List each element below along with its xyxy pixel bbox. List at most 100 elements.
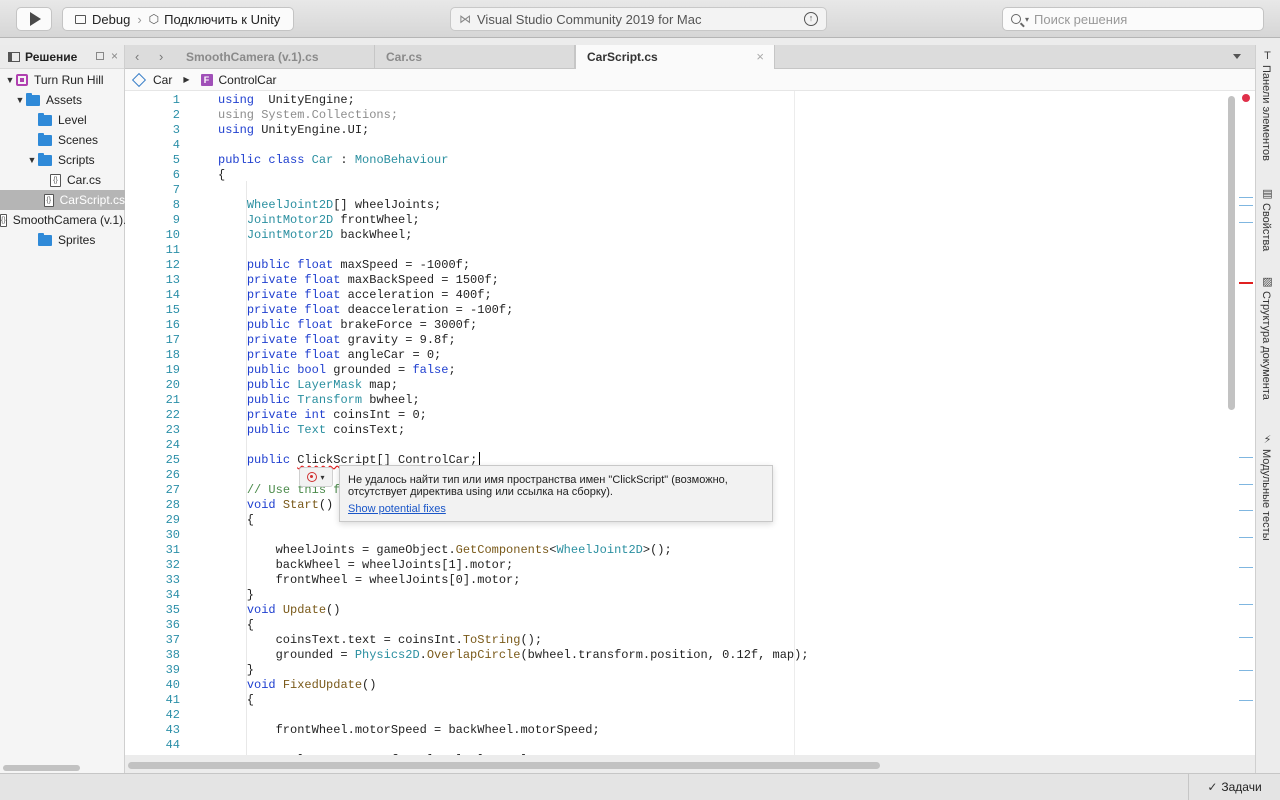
solution-tree-item[interactable]: {} CarScript.cs: [0, 190, 125, 210]
breadcrumb-class[interactable]: Car: [153, 73, 172, 87]
run-button[interactable]: [16, 7, 52, 31]
disclosure-icon[interactable]: ▼: [26, 155, 38, 165]
error-ruler-mark[interactable]: [1239, 282, 1253, 284]
overview-ruler-mark[interactable]: [1239, 637, 1253, 638]
solution-tree-item[interactable]: {} Car.cs: [0, 170, 125, 190]
overview-ruler-mark[interactable]: [1239, 197, 1253, 198]
code-line[interactable]: public bool grounded = false;: [218, 363, 456, 378]
code-line[interactable]: public Transform bwheel;: [218, 393, 420, 408]
code-line[interactable]: using System.Collections;: [218, 108, 398, 123]
code-line[interactable]: public float maxSpeed = -1000f;: [218, 258, 470, 273]
editor-vertical-scrollbar[interactable]: [1228, 96, 1235, 410]
properties-icon: ▤: [1262, 188, 1273, 200]
code-line[interactable]: JointMotor2D frontWheel;: [218, 213, 420, 228]
pad-document-outline[interactable]: Структура документа: [1260, 291, 1272, 400]
line-number: 14: [165, 288, 180, 302]
solution-tree-item[interactable]: ▼ Turn Run Hill: [0, 70, 125, 90]
code-token: MonoBehaviour: [354, 153, 449, 167]
code-line[interactable]: frontWheel = wheelJoints[0].motor;: [218, 573, 521, 588]
code-line[interactable]: {: [218, 168, 225, 183]
code-line[interactable]: coinsText.text = coinsInt.ToString();: [218, 633, 542, 648]
overview-ruler-mark[interactable]: [1239, 484, 1253, 485]
code-line[interactable]: {: [218, 693, 254, 708]
tab-carscript[interactable]: CarScript.cs ×: [575, 45, 775, 70]
code-line[interactable]: public Text coinsText;: [218, 423, 405, 438]
solution-tree-item[interactable]: ▼ Assets: [0, 90, 125, 110]
solution-tree-item[interactable]: Level: [0, 110, 125, 130]
solution-tree-item[interactable]: Scenes: [0, 130, 125, 150]
line-number: 27: [165, 483, 180, 497]
code-line[interactable]: grounded = Physics2D.OverlapCircle(bwhee…: [218, 648, 809, 663]
overview-ruler-mark[interactable]: [1239, 567, 1253, 568]
code-line[interactable]: private float deacceleration = -100f;: [218, 303, 513, 318]
code-line[interactable]: private int coinsInt = 0;: [218, 408, 427, 423]
configuration-icon: [75, 14, 86, 24]
code-line[interactable]: {: [218, 618, 254, 633]
minimize-icon[interactable]: [96, 52, 104, 60]
error-icon: [307, 472, 318, 482]
close-tab-icon[interactable]: ×: [756, 45, 764, 69]
code-line[interactable]: }: [218, 588, 254, 603]
code-line[interactable]: public LayerMask map;: [218, 378, 398, 393]
code-token: public float: [246, 258, 334, 272]
code-line[interactable]: void Update(): [218, 603, 341, 618]
code-line[interactable]: wheelJoints = gameObject.GetComponents<W…: [218, 543, 672, 558]
code-line[interactable]: JointMotor2D backWheel;: [218, 228, 413, 243]
pad-toolbox[interactable]: Панели элементов: [1260, 65, 1272, 161]
run-configuration-selector[interactable]: Debug › ⬡ Подключить к Unity: [62, 7, 294, 31]
code-line[interactable]: using UnityEngine.UI;: [218, 123, 369, 138]
line-number: 24: [165, 438, 180, 452]
code-line[interactable]: frontWheel.motorSpeed = backWheel.motorS…: [218, 723, 600, 738]
tab-back-icon[interactable]: ‹: [135, 49, 139, 64]
code-token: }: [218, 588, 255, 602]
quick-fix-button[interactable]: ▾: [299, 467, 333, 487]
overview-ruler-mark[interactable]: [1239, 457, 1253, 458]
disclosure-icon[interactable]: ▼: [14, 95, 26, 105]
solution-tree-item[interactable]: ▼ Scripts: [0, 150, 125, 170]
overview-ruler-mark[interactable]: [1239, 670, 1253, 671]
solution-scrollbar[interactable]: [3, 765, 80, 771]
code-line[interactable]: void FixedUpdate(): [218, 678, 377, 693]
editor-horizontal-scrollbar[interactable]: [128, 762, 880, 769]
search-input[interactable]: [1034, 11, 1245, 27]
code-line[interactable]: private float acceleration = 400f;: [218, 288, 492, 303]
code-line[interactable]: }: [218, 663, 254, 678]
solution-search[interactable]: ▾: [1002, 7, 1264, 31]
solution-tree-item[interactable]: {} SmoothCamera (v.1).cs: [0, 210, 125, 230]
unit-tests-icon: ⚡: [1263, 434, 1272, 446]
pad-unit-tests[interactable]: Модульные тесты: [1260, 449, 1272, 541]
code-line[interactable]: public float brakeForce = 3000f;: [218, 318, 477, 333]
overview-ruler-mark[interactable]: [1239, 510, 1253, 511]
tab-forward-icon[interactable]: ›: [159, 49, 163, 64]
overview-ruler-mark[interactable]: [1239, 604, 1253, 605]
code-line[interactable]: private float angleCar = 0;: [218, 348, 441, 363]
code-line[interactable]: backWheel = wheelJoints[1].motor;: [218, 558, 514, 573]
tab-car[interactable]: Car.cs: [375, 45, 575, 69]
code-line[interactable]: using UnityEngine;: [218, 93, 355, 108]
code-line[interactable]: private float maxBackSpeed = 1500f;: [218, 273, 499, 288]
pad-properties[interactable]: Свойства: [1260, 203, 1272, 251]
overview-ruler-mark[interactable]: [1239, 700, 1253, 701]
tab-smoothcamera[interactable]: SmoothCamera (v.1).cs: [175, 45, 375, 69]
show-potential-fixes-link[interactable]: Show potential fixes: [348, 503, 446, 515]
breadcrumb-member[interactable]: ControlCar: [219, 73, 277, 87]
overview-ruler-mark[interactable]: [1239, 537, 1253, 538]
updates-icon[interactable]: ↑: [804, 12, 818, 26]
overview-ruler-mark[interactable]: [1239, 205, 1253, 206]
overview-ruler-mark[interactable]: [1239, 222, 1253, 223]
disclosure-icon[interactable]: ▼: [4, 75, 16, 85]
tasks-button[interactable]: ✓ Задачи: [1188, 774, 1280, 800]
close-icon[interactable]: ×: [111, 49, 118, 63]
code-line[interactable]: {: [218, 513, 254, 528]
code-line[interactable]: public class Car : MonoBehaviour: [218, 153, 448, 168]
code-line[interactable]: angleCar = transform.localEulerAngles.z;: [218, 753, 564, 755]
code-line[interactable]: WheelJoint2D[] wheelJoints;: [218, 198, 441, 213]
code-line[interactable]: private float gravity = 9.8f;: [218, 333, 456, 348]
solution-tree-item[interactable]: Sprites: [0, 230, 125, 250]
code-line[interactable]: void Start(): [218, 498, 333, 513]
tab-list-chevron-icon[interactable]: [1233, 54, 1241, 59]
code-editor[interactable]: 1 2 3 4 5 6 7 8 9 10 11 12 13 14 15 16 17 18 19 20 21 22 23 24 2…: [125, 91, 1255, 755]
error-indicator-icon[interactable]: [1242, 94, 1250, 102]
